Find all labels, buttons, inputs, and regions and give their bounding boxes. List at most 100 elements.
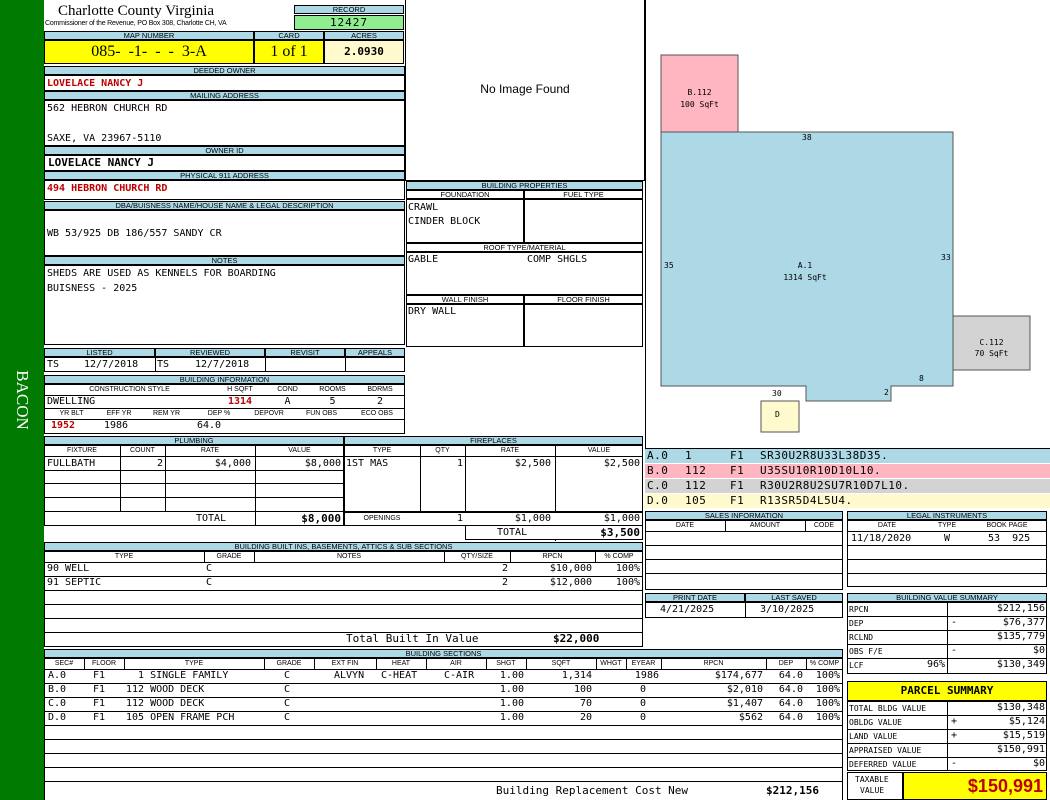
plumb-rate: $4,000 <box>214 458 251 469</box>
plumb-h-value: VALUE <box>288 447 311 454</box>
divider <box>44 456 344 457</box>
dep-label: DEP % <box>207 410 231 417</box>
bi-type: 90 WELL <box>47 563 90 574</box>
ecoobs-label: ECO OBS <box>361 410 393 417</box>
bi-h-comp: % COMP <box>604 553 634 560</box>
taxable-label2: VALUE <box>860 786 885 795</box>
divider <box>44 604 643 605</box>
mailing-header: MAILING ADDRESS <box>44 91 405 100</box>
vector-row: A.0 1 F1 SR30U2R8U33L38D35. <box>645 449 1050 464</box>
divider <box>44 725 843 726</box>
parcel-appr: $150,991 <box>996 744 1045 755</box>
mailing-line2: SAXE, VA 23967-5110 <box>47 133 162 144</box>
sketch-dim-right: 33 <box>941 253 951 262</box>
fp-qty: 1 <box>456 458 463 469</box>
depovr-label: DEPOVR <box>254 410 284 417</box>
divider <box>847 545 1047 546</box>
sales-header: SALES INFORMATION <box>645 511 843 520</box>
divider <box>645 559 843 560</box>
reviewed-date: 12/7/2018 <box>195 359 250 370</box>
props-header: BUILDING PROPERTIES <box>406 181 643 190</box>
vector-sec: A.0 <box>647 449 669 462</box>
bvs-header: BUILDING VALUE SUMMARY <box>847 593 1047 602</box>
divider <box>44 483 344 484</box>
sec-h: EXT FIN <box>331 660 359 667</box>
divider <box>204 551 205 562</box>
rooms-label: ROOMS <box>319 386 346 393</box>
sales-h-amount: AMOUNT <box>749 522 781 529</box>
divider <box>44 511 344 512</box>
bi-rpcn: $10,000 <box>549 563 592 574</box>
plumb-h-count: COUNT <box>130 447 155 454</box>
divider <box>165 445 166 511</box>
divider <box>626 658 627 669</box>
section-cell-dep: 64.0 <box>778 712 803 723</box>
sketch-svg <box>660 54 1031 433</box>
floor-header: FLOOR FINISH <box>524 295 643 304</box>
section-cell-floor: F1 <box>93 712 106 723</box>
section-cell-whgt: 0 <box>639 698 646 709</box>
fp-o-value: $1,000 <box>603 513 640 524</box>
bi-h-type: TYPE <box>114 553 134 560</box>
vector-code: 105 <box>685 494 707 507</box>
sketch-dim-8: 8 <box>919 374 924 383</box>
section-cell-floor: F1 <box>93 698 106 709</box>
sec-h: GRADE <box>276 660 302 667</box>
divider <box>596 658 597 669</box>
vector-floor: F1 <box>730 449 745 462</box>
builtins-header: BUILDING BUILT INS, BASEMENTS, ATTICS & … <box>44 542 643 551</box>
construction-style: DWELLING <box>47 396 96 407</box>
roof-box <box>406 252 643 295</box>
section-cell-rpcn: $1,407 <box>726 698 763 709</box>
sec-h: RPCN <box>703 660 724 667</box>
bdrms-label: BDRMS <box>367 386 393 393</box>
sec-h: SEC# <box>54 660 74 667</box>
sec-h: FLOOR <box>91 660 117 667</box>
section-cell-shgt: 1.00 <box>499 712 524 723</box>
deeded-owner: LOVELACE NANCY J <box>47 78 144 89</box>
divider <box>345 357 346 372</box>
section-cell-rpcn: $174,677 <box>714 670 763 681</box>
sec-total-label: Building Replacement Cost New <box>496 784 689 797</box>
fp-value: $2,500 <box>603 458 640 469</box>
section-cell-grade: C <box>284 670 291 681</box>
cs-label: CONSTRUCTION STYLE <box>89 386 170 393</box>
divider <box>44 739 843 740</box>
section-cell-shgt: 1.00 <box>499 698 524 709</box>
divider <box>526 658 527 669</box>
rooms-value: 5 <box>329 396 336 407</box>
bdrms-value: 2 <box>376 396 384 407</box>
print-header: PRINT DATE <box>645 593 745 602</box>
saved-date: 3/10/2025 <box>760 604 815 615</box>
sketch-a-label: A.1 <box>797 261 813 270</box>
section-cell-comp: 100% <box>815 670 840 681</box>
parcel-tbv: $130,348 <box>996 702 1045 713</box>
parcel-def: $0 <box>1032 758 1045 769</box>
listed-header: LISTED <box>44 348 155 357</box>
record-value: 12427 <box>294 15 404 30</box>
section-cell-type: 1 SINGLE FAMILY <box>126 670 229 681</box>
county-title: Charlotte County Virginia <box>58 3 215 19</box>
vector-row: C.0 112 F1 R30U2R8U2SU7R10D7L10. <box>645 479 1050 494</box>
funobs-label: FUN OBS <box>305 410 338 417</box>
sketch-dim-top: 38 <box>802 133 812 142</box>
owner-id: LOVELACE NANCY J <box>48 156 154 169</box>
bi-grade: C <box>206 563 213 574</box>
divider <box>44 408 405 409</box>
section-cell-comp: 100% <box>815 698 840 709</box>
legal-h-date: DATE <box>877 522 897 529</box>
section-cell-eyear: 1986 <box>634 670 659 681</box>
plumb-total: $8,000 <box>301 512 341 525</box>
section-cell-sec: C.0 <box>48 698 67 709</box>
divider <box>44 753 843 754</box>
fp-h-value: VALUE <box>587 447 611 454</box>
vector-vec: U35SU10R10D10L10. <box>760 464 882 477</box>
bi-comp: 100% <box>615 563 640 574</box>
vector-row: D.0 105 F1 R13SR5D4L5U4. <box>645 494 1050 509</box>
cond-label: COND <box>277 386 298 393</box>
county-subtitle: Commissioner of the Revenue, PO Box 308,… <box>45 20 227 27</box>
divider <box>645 531 843 532</box>
sec-h: HEAT <box>391 660 411 667</box>
bi-total: $22,000 <box>553 632 600 645</box>
rm-label: REM YR <box>152 410 181 417</box>
